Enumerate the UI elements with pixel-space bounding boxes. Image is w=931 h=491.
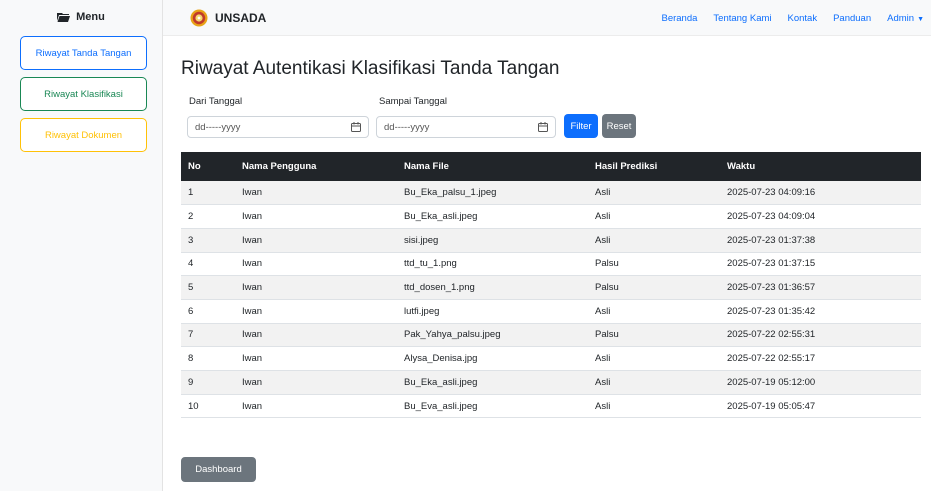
table-row: 2 Iwan Bu_Eka_asli.jpeg Asli 2025-07-23 … — [181, 204, 921, 229]
nav-admin-label: Admin — [887, 13, 915, 24]
from-date-label: Dari Tanggal — [189, 96, 243, 107]
cell-file: Pak_Yahya_palsu.jpeg — [397, 323, 588, 348]
cell-file: Alysa_Denisa.jpg — [397, 346, 588, 371]
cell-prediction: Palsu — [588, 275, 720, 300]
cell-user: Iwan — [235, 181, 397, 206]
table-row: 5 Iwan ttd_dosen_1.png Palsu 2025-07-23 … — [181, 275, 921, 300]
table-row: 9 Iwan Bu_Eka_asli.jpeg Asli 2025-07-19 … — [181, 370, 921, 395]
table-row: 1 Iwan Bu_Eka_palsu_1.jpeg Asli 2025-07-… — [181, 181, 921, 206]
cell-user: Iwan — [235, 275, 397, 300]
filter-button[interactable]: Filter — [564, 114, 598, 138]
cell-no: 8 — [181, 346, 235, 371]
table-row: 3 Iwan sisi.jpeg Asli 2025-07-23 01:37:3… — [181, 228, 921, 253]
calendar-icon[interactable] — [351, 122, 361, 132]
brand[interactable]: UNSADA — [190, 9, 266, 27]
calendar-icon[interactable] — [538, 122, 548, 132]
cell-no: 6 — [181, 299, 235, 324]
cell-user: Iwan — [235, 346, 397, 371]
to-date-label: Sampai Tanggal — [379, 96, 447, 107]
cell-time: 2025-07-23 01:37:15 — [720, 252, 921, 277]
cell-no: 4 — [181, 252, 235, 277]
cell-time: 2025-07-23 01:37:38 — [720, 228, 921, 253]
sidebar-title: Menu — [76, 11, 105, 23]
nav-tentang-kami[interactable]: Tentang Kami — [713, 13, 771, 24]
cell-prediction: Asli — [588, 370, 720, 395]
folder-open-icon — [57, 13, 71, 22]
cell-prediction: Asli — [588, 346, 720, 371]
brand-name: UNSADA — [215, 11, 267, 25]
cell-user: Iwan — [235, 228, 397, 253]
cell-file: Bu_Eka_palsu_1.jpeg — [397, 181, 588, 206]
from-date-input[interactable]: dd-----yyyy — [187, 116, 369, 138]
from-date-placeholder: dd-----yyyy — [195, 121, 241, 133]
table-row: 8 Iwan Alysa_Denisa.jpg Asli 2025-07-22 … — [181, 346, 921, 371]
cell-time: 2025-07-23 01:35:42 — [720, 299, 921, 324]
cell-no: 9 — [181, 370, 235, 395]
cell-user: Iwan — [235, 252, 397, 277]
caret-down-icon: ▼ — [917, 16, 924, 23]
cell-file: sisi.jpeg — [397, 228, 588, 253]
nav-beranda[interactable]: Beranda — [661, 13, 697, 24]
table-row: 7 Iwan Pak_Yahya_palsu.jpeg Palsu 2025-0… — [181, 323, 921, 348]
header-nama-pengguna: Nama Pengguna — [235, 152, 397, 181]
cell-user: Iwan — [235, 370, 397, 395]
cell-prediction: Asli — [588, 228, 720, 253]
cell-time: 2025-07-22 02:55:31 — [720, 323, 921, 348]
table-row: 4 Iwan ttd_tu_1.png Palsu 2025-07-23 01:… — [181, 252, 921, 277]
cell-no: 7 — [181, 323, 235, 348]
nav-links: Beranda Tentang Kami Kontak Panduan Admi… — [661, 13, 924, 24]
cell-time: 2025-07-22 02:55:17 — [720, 346, 921, 371]
header-waktu: Waktu — [720, 152, 921, 181]
nav-panduan[interactable]: Panduan — [833, 13, 871, 24]
cell-file: Bu_Eva_asli.jpeg — [397, 394, 588, 419]
cell-prediction: Asli — [588, 394, 720, 419]
cell-user: Iwan — [235, 204, 397, 229]
cell-no: 2 — [181, 204, 235, 229]
table-header-row: No Nama Pengguna Nama File Hasil Prediks… — [181, 152, 921, 181]
table-row: 10 Iwan Bu_Eva_asli.jpeg Asli 2025-07-19… — [181, 394, 921, 419]
cell-time: 2025-07-19 05:12:00 — [720, 370, 921, 395]
sidebar: Menu Riwayat Tanda Tangan Riwayat Klasif… — [0, 0, 163, 491]
cell-no: 5 — [181, 275, 235, 300]
riwayat-klasifikasi-button[interactable]: Riwayat Klasifikasi — [20, 77, 147, 111]
cell-prediction: Asli — [588, 204, 720, 229]
to-date-placeholder: dd-----yyyy — [384, 121, 430, 133]
cell-time: 2025-07-23 01:36:57 — [720, 275, 921, 300]
sidebar-header: Menu — [0, 11, 162, 23]
cell-no: 10 — [181, 394, 235, 419]
reset-button[interactable]: Reset — [602, 114, 636, 138]
cell-prediction: Asli — [588, 299, 720, 324]
cell-file: ttd_dosen_1.png — [397, 275, 588, 300]
cell-time: 2025-07-23 04:09:04 — [720, 204, 921, 229]
cell-file: ttd_tu_1.png — [397, 252, 588, 277]
header-nama-file: Nama File — [397, 152, 588, 181]
cell-file: Bu_Eka_asli.jpeg — [397, 204, 588, 229]
cell-prediction: Palsu — [588, 323, 720, 348]
cell-no: 1 — [181, 181, 235, 206]
cell-prediction: Asli — [588, 181, 720, 206]
logo-icon — [190, 9, 208, 27]
header-hasil-prediksi: Hasil Prediksi — [588, 152, 720, 181]
cell-file: Bu_Eka_asli.jpeg — [397, 370, 588, 395]
cell-user: Iwan — [235, 394, 397, 419]
to-date-input[interactable]: dd-----yyyy — [376, 116, 556, 138]
header-no: No — [181, 152, 235, 181]
cell-user: Iwan — [235, 299, 397, 324]
cell-user: Iwan — [235, 323, 397, 348]
page-title: Riwayat Autentikasi Klasifikasi Tanda Ta… — [181, 58, 560, 79]
riwayat-dokumen-button[interactable]: Riwayat Dokumen — [20, 118, 147, 152]
cell-file: lutfi.jpeg — [397, 299, 588, 324]
cell-prediction: Palsu — [588, 252, 720, 277]
cell-no: 3 — [181, 228, 235, 253]
top-navbar: UNSADA Beranda Tentang Kami Kontak Pandu… — [163, 0, 931, 36]
dashboard-button[interactable]: Dashboard — [181, 457, 256, 482]
nav-kontak[interactable]: Kontak — [788, 13, 818, 24]
cell-time: 2025-07-19 05:05:47 — [720, 394, 921, 419]
cell-time: 2025-07-23 04:09:16 — [720, 181, 921, 206]
table-row: 6 Iwan lutfi.jpeg Asli 2025-07-23 01:35:… — [181, 299, 921, 324]
nav-admin-dropdown[interactable]: Admin ▼ — [887, 13, 924, 24]
riwayat-tanda-tangan-button[interactable]: Riwayat Tanda Tangan — [20, 36, 147, 70]
history-table: No Nama Pengguna Nama File Hasil Prediks… — [181, 152, 921, 419]
